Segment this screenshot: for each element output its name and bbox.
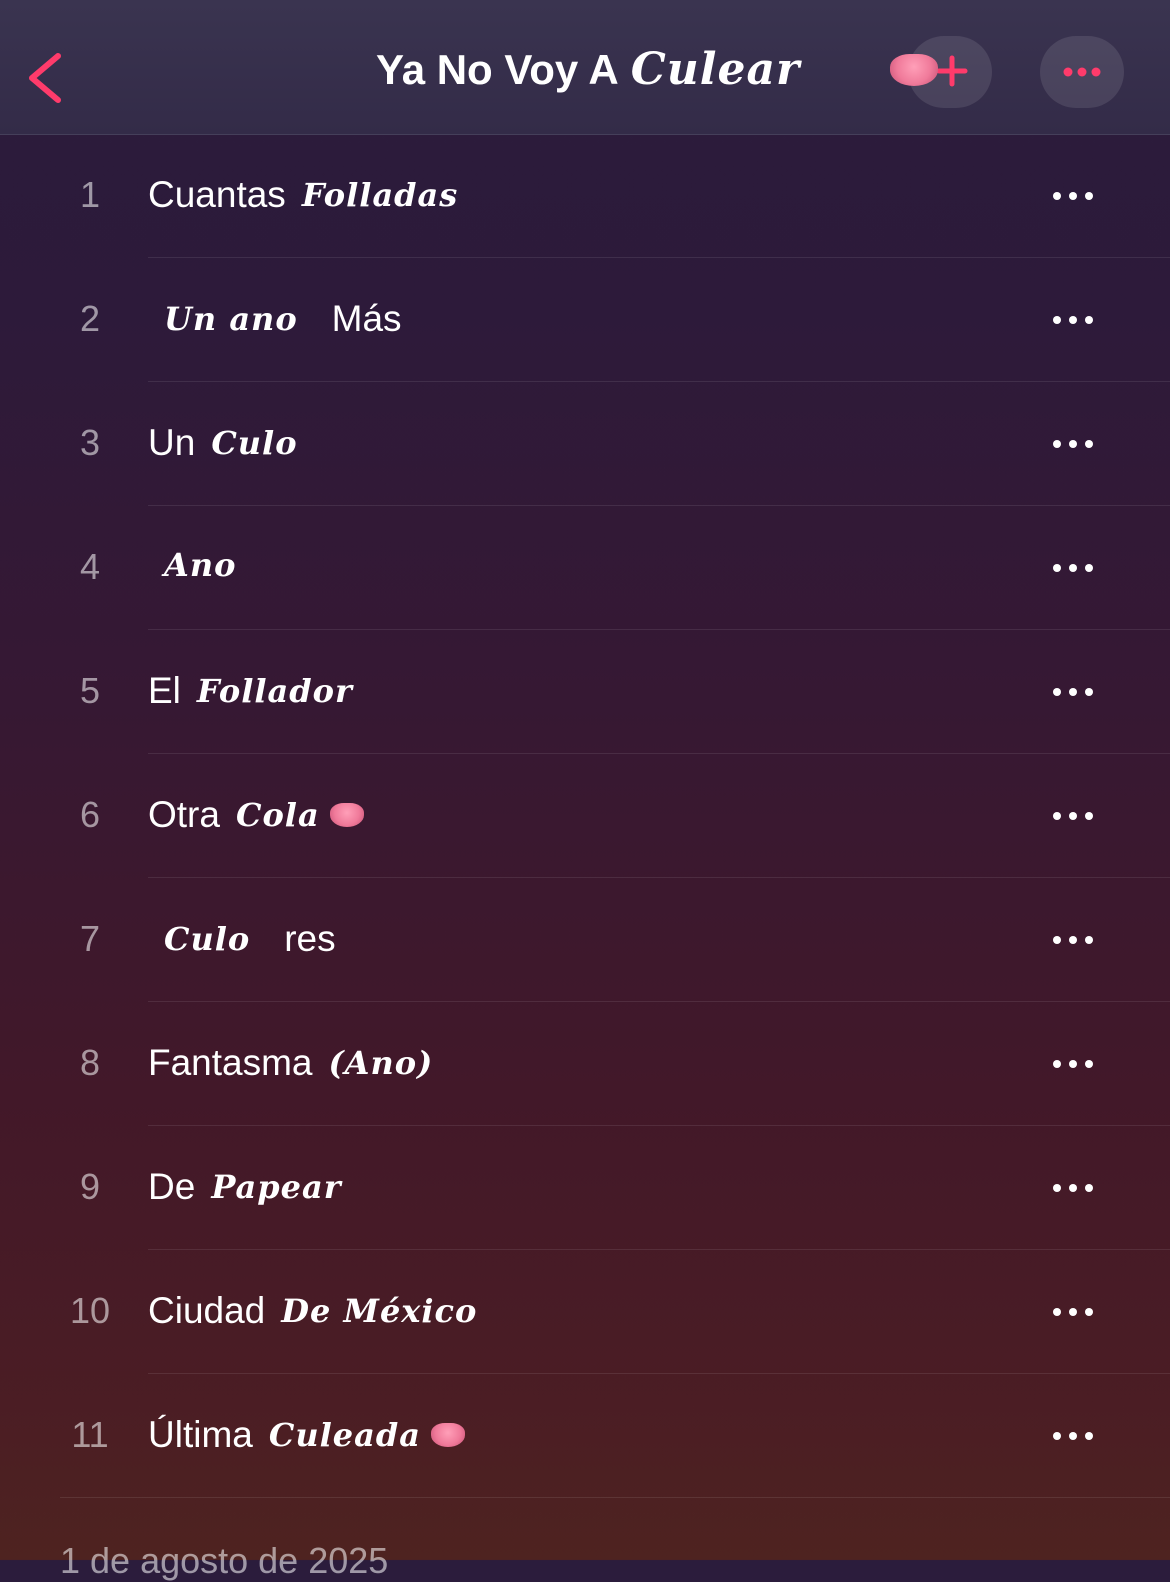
page-title: Ya No Voy A Culear [376, 44, 800, 104]
track-title: Un Culo [148, 422, 298, 464]
back-button[interactable] [20, 48, 70, 108]
track-row[interactable]: 6 Otra Cola [0, 754, 1170, 878]
track-title-text: Fantasma [148, 1042, 313, 1083]
track-row[interactable]: 4 Ano [0, 506, 1170, 630]
track-title-script: Folladas [301, 176, 459, 214]
track-more-button[interactable] [1040, 1292, 1106, 1332]
chevron-left-icon [29, 53, 61, 103]
track-title: Ano [148, 546, 236, 584]
track-title: El Follador [148, 670, 353, 712]
track-title-text: El [148, 670, 181, 711]
blush-emoji-icon [890, 54, 938, 86]
track-title: Cuantas Folladas [148, 174, 458, 216]
track-title-script: Ano [164, 546, 237, 584]
track-number: 8 [79, 1042, 101, 1083]
ellipsis-icon [1053, 688, 1093, 696]
track-title-text: res [284, 918, 336, 959]
track-title-text: De [148, 1166, 196, 1207]
track-title-text: Última [148, 1414, 253, 1455]
track-list: 1 Cuantas Folladas 2 Un ano Más 3 Un Culo 4 Ano 5 El… [0, 134, 1170, 1498]
track-title: Culo res [148, 918, 336, 960]
track-number: 4 [79, 546, 101, 587]
track-title-script: Cola [235, 796, 320, 834]
track-row[interactable]: 3 Un Culo [0, 382, 1170, 506]
track-title-text: Ciudad [148, 1290, 266, 1331]
ellipsis-icon [1053, 316, 1093, 324]
blush-emoji-icon [329, 803, 364, 827]
ellipsis-icon [1053, 1060, 1093, 1068]
track-row[interactable]: 1 Cuantas Folladas [0, 134, 1170, 258]
track-title-script: Culo [164, 920, 251, 958]
track-row[interactable]: 10 Ciudad De México [0, 1250, 1170, 1374]
ellipsis-icon [1053, 440, 1093, 448]
track-title-script: De México [281, 1292, 478, 1330]
track-number: 9 [79, 1166, 101, 1207]
track-more-button[interactable] [1040, 176, 1106, 216]
track-number: 11 [71, 1414, 109, 1455]
track-number: 7 [79, 918, 101, 959]
track-row[interactable]: 5 El Follador [0, 630, 1170, 754]
ellipsis-icon [1053, 812, 1093, 820]
track-title: Otra Cola [148, 794, 364, 836]
ellipsis-icon [1053, 936, 1093, 944]
track-title: Ciudad De México [148, 1290, 477, 1332]
track-row[interactable]: 9 De Papear [0, 1126, 1170, 1250]
nav-header: Ya No Voy A Culear [0, 0, 1170, 135]
track-title-script: Un ano [164, 300, 298, 338]
track-more-button[interactable] [1040, 796, 1106, 836]
track-title-text: Un [148, 422, 196, 463]
track-title: Última Culeada [148, 1414, 465, 1456]
track-title: De Papear [148, 1166, 342, 1208]
track-more-button[interactable] [1040, 424, 1106, 464]
track-more-button[interactable] [1040, 1168, 1106, 1208]
track-number: 10 [69, 1290, 111, 1331]
track-title-script: Papear [211, 1168, 342, 1206]
track-row[interactable]: 7 Culo res [0, 878, 1170, 1002]
ellipsis-icon [1053, 1308, 1093, 1316]
ellipsis-icon [1053, 1432, 1093, 1440]
track-title: Un ano Más [148, 298, 402, 340]
track-row[interactable]: 11 Última Culeada [0, 1374, 1170, 1498]
track-more-button[interactable] [1040, 300, 1106, 340]
track-row[interactable]: 8 Fantasma (Ano) [0, 1002, 1170, 1126]
track-row[interactable]: 2 Un ano Más [0, 258, 1170, 382]
ellipsis-icon [1053, 564, 1093, 572]
track-more-button[interactable] [1040, 548, 1106, 588]
track-more-button[interactable] [1040, 1416, 1106, 1456]
track-number: 5 [79, 670, 101, 711]
track-title-script: Culeada [268, 1416, 421, 1454]
track-title-text: Otra [148, 794, 220, 835]
track-title-script: Follador [196, 672, 353, 710]
blush-emoji-icon [430, 1423, 465, 1447]
release-date: 1 de agosto de 2025 [60, 1540, 389, 1581]
track-title-text: Más [331, 298, 402, 339]
track-title-script: (Ano) [328, 1044, 434, 1082]
track-more-button[interactable] [1040, 1044, 1106, 1084]
row-divider [60, 1497, 1170, 1498]
title-script-text: Culear [630, 44, 801, 95]
track-title: Fantasma (Ano) [148, 1042, 433, 1084]
track-more-button[interactable] [1040, 920, 1106, 960]
ellipsis-icon [1053, 1184, 1093, 1192]
track-number: 2 [79, 298, 101, 339]
track-more-button[interactable] [1040, 672, 1106, 712]
title-text: Ya No Voy A [376, 46, 619, 93]
ellipsis-icon [1063, 67, 1101, 77]
track-number: 3 [79, 422, 101, 463]
track-title-script: Culo [211, 424, 298, 462]
track-title-text: Cuantas [148, 174, 286, 215]
add-button[interactable] [890, 36, 992, 108]
ellipsis-icon [1053, 192, 1093, 200]
track-number: 1 [79, 174, 101, 215]
more-options-button[interactable] [1040, 36, 1124, 108]
track-number: 6 [79, 794, 101, 835]
